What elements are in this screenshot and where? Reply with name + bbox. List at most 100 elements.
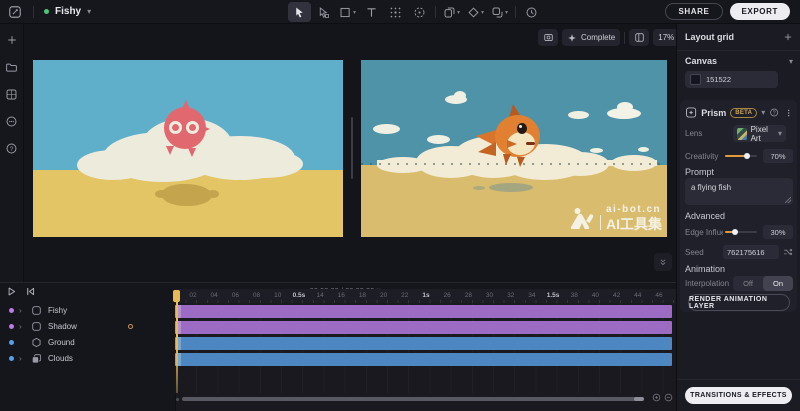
shuffle-icon[interactable]	[783, 247, 793, 257]
layer-expand-chevron-icon[interactable]: ›	[19, 323, 26, 331]
fish-fin	[188, 148, 196, 157]
divider	[677, 50, 800, 51]
fish-fin	[503, 154, 511, 165]
kebab-menu-icon[interactable]	[784, 108, 793, 118]
project-menu-chevron-icon[interactable]: ▾	[87, 7, 91, 16]
prompt-input[interactable]: a flying fish	[685, 178, 793, 205]
snapshot-button[interactable]	[538, 29, 558, 46]
canvas-section-header[interactable]: Canvas ▾	[685, 56, 793, 66]
layout-grid-row[interactable]: Layout grid	[685, 32, 793, 42]
share-button[interactable]: SHARE	[665, 3, 722, 20]
layer-row-ground[interactable]: Ground	[0, 335, 175, 350]
export-button[interactable]: EXPORT	[730, 3, 791, 20]
timeline-track-shadow[interactable]	[175, 321, 672, 334]
beta-badge: BETA	[730, 108, 757, 118]
horizontal-scrollbar[interactable]	[176, 397, 648, 401]
app-window: Fishy ▾ ▾	[0, 0, 800, 411]
diamond-tool-button[interactable]: ▾	[464, 2, 487, 22]
keyframe-indicator[interactable]	[128, 324, 133, 329]
layout-grid-label: Layout grid	[685, 32, 734, 42]
lens-thumbnail	[737, 128, 747, 140]
animation-frame-source[interactable]	[33, 60, 343, 237]
complete-button[interactable]: Complete	[562, 29, 620, 46]
chat-icon[interactable]	[4, 113, 20, 129]
prompt-row: a flying fish	[680, 178, 797, 205]
render-animation-layer-button[interactable]: RENDER ANIMATION LAYER	[688, 294, 790, 311]
edge-influence-value[interactable]: 30%	[763, 225, 793, 239]
timeline-track-fishy[interactable]	[175, 305, 672, 318]
assets-icon[interactable]	[4, 86, 20, 102]
fish-shadow-bit	[155, 190, 169, 198]
prompt-label-row: Prompt	[685, 167, 790, 177]
prism-header[interactable]: Prism BETA ▾ ?	[685, 106, 793, 119]
help-icon[interactable]: ?	[4, 140, 20, 156]
layer-row-fishy[interactable]: ›Fishy	[0, 303, 175, 318]
add-icon[interactable]	[4, 32, 20, 48]
layer-color-dot	[9, 324, 14, 329]
chevron-down-icon[interactable]: ▾	[761, 108, 765, 117]
canvas-color-swatch[interactable]	[690, 74, 701, 85]
app-logo-icon[interactable]	[7, 4, 23, 20]
rectangle-tool-button[interactable]: ▾	[336, 2, 359, 22]
animation-frame-render[interactable]: ai-bot.cn AI工具集	[361, 60, 667, 237]
edge-influence-label: Edge Influe...	[685, 228, 723, 237]
zoom-in-icon[interactable]	[652, 393, 661, 402]
creativity-row: Creativity 70%	[685, 149, 793, 163]
creativity-label: Creativity	[685, 152, 718, 161]
playhead-handle[interactable]	[173, 290, 180, 302]
rotate-tool-button[interactable]	[408, 2, 431, 22]
add-layout-grid-icon[interactable]	[783, 32, 793, 42]
text-tool-button[interactable]	[360, 2, 383, 22]
playhead-line[interactable]	[176, 291, 178, 393]
layer-expand-chevron-icon[interactable]: ›	[19, 307, 26, 315]
lens-value: Pixel Art	[751, 125, 774, 143]
creativity-slider[interactable]	[725, 155, 757, 157]
layer-row-clouds[interactable]: ›Clouds	[0, 351, 175, 366]
collapse-panel-button[interactable]	[654, 253, 672, 271]
creativity-value[interactable]: 70%	[763, 149, 793, 163]
creativity-knob[interactable]	[744, 153, 750, 159]
lens-dropdown[interactable]: Pixel Art ▾	[733, 125, 786, 142]
frame-tool-button[interactable]: ▾	[440, 2, 463, 22]
divider	[33, 6, 34, 18]
resize-handle[interactable]	[785, 197, 791, 203]
interpolation-on-option[interactable]: On	[763, 276, 793, 291]
seed-row: Seed 762175616	[685, 245, 793, 259]
transitions-effects-button[interactable]: TRANSITIONS & EFFECTS	[685, 387, 792, 404]
layer-type-icon	[31, 305, 43, 316]
divider	[515, 6, 516, 18]
interpolation-off-option[interactable]: Off	[733, 276, 763, 291]
timeline-track-ground[interactable]	[175, 337, 672, 350]
prism-title: Prism	[701, 108, 726, 118]
history-tool-button[interactable]	[520, 2, 543, 22]
prompt-label: Prompt	[685, 167, 714, 177]
help-circle-icon[interactable]: ?	[769, 107, 779, 118]
layer-expand-chevron-icon[interactable]: ›	[19, 355, 26, 363]
svg-text:?: ?	[773, 110, 776, 116]
pages-panel-button[interactable]	[629, 29, 649, 46]
chevron-down-icon[interactable]: ▾	[789, 57, 793, 66]
cloud-base	[83, 157, 298, 170]
timeline-track-clouds[interactable]	[175, 353, 672, 366]
tool-caret-icon: ▾	[353, 9, 356, 16]
canvas-area[interactable]: Complete 17% ▾	[24, 24, 676, 282]
frame-divider-handle[interactable]	[351, 117, 353, 179]
edge-knob[interactable]	[732, 229, 738, 235]
shape-tool-button[interactable]: ▾	[488, 2, 511, 22]
node-select-tool-button[interactable]	[312, 2, 335, 22]
select-tool-button[interactable]	[288, 2, 311, 22]
scrollbar-thumb[interactable]	[182, 397, 638, 401]
canvas-color-input[interactable]: 151522	[685, 71, 778, 88]
layer-color-dot	[9, 356, 14, 361]
grass-specks	[361, 163, 667, 165]
move-tool-button[interactable]	[384, 2, 407, 22]
seed-label: Seed	[685, 248, 704, 257]
layer-row-shadow[interactable]: ›Shadow	[0, 319, 175, 334]
folder-icon[interactable]	[4, 59, 20, 75]
seed-input[interactable]: 762175616	[723, 245, 779, 259]
top-bar: Fishy ▾ ▾	[0, 0, 800, 24]
edge-influence-slider[interactable]	[725, 231, 757, 233]
zoom-out-icon[interactable]	[664, 393, 673, 402]
lens-row: Lens Pixel Art ▾	[685, 125, 793, 142]
watermark-domain: ai-bot.cn	[606, 205, 661, 215]
